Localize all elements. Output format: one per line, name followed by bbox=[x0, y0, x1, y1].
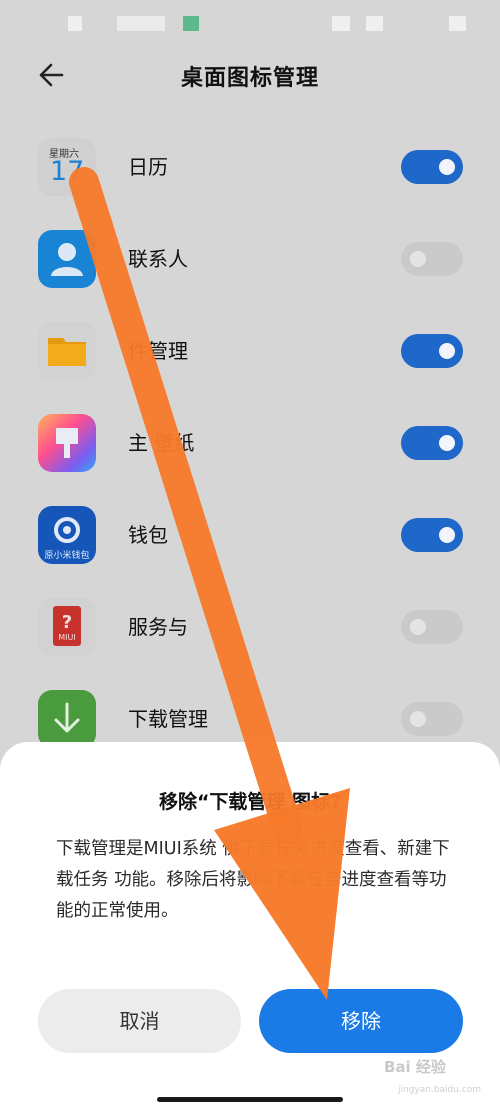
app-row-contacts[interactable]: 联系人 bbox=[0, 216, 500, 308]
service-feedback-icon: ? MIUI bbox=[38, 598, 96, 656]
wallet-caption: 原小米钱包 bbox=[44, 551, 90, 561]
app-row-service-feedback[interactable]: ? MIUI 服务与 bbox=[0, 584, 500, 676]
toggle-switch[interactable] bbox=[401, 150, 463, 184]
app-label: 钱包 bbox=[128, 523, 168, 547]
svg-text:?: ? bbox=[62, 612, 72, 633]
status-indicator bbox=[68, 16, 82, 31]
toggle-switch[interactable] bbox=[401, 518, 463, 552]
calendar-icon: 星期六 17 bbox=[38, 138, 96, 196]
header: 桌面图标管理 bbox=[0, 50, 500, 100]
page-title: 桌面图标管理 bbox=[180, 66, 319, 91]
app-label: 下载管理 bbox=[128, 707, 208, 731]
toggle-knob bbox=[439, 343, 455, 359]
toggle-switch[interactable] bbox=[401, 334, 463, 368]
status-indicator bbox=[366, 16, 383, 31]
app-label: 服务与 bbox=[128, 615, 188, 639]
service-caption: MIUI bbox=[58, 633, 76, 642]
toggle-switch[interactable] bbox=[401, 242, 463, 276]
app-row-themes[interactable]: 主 壁纸 bbox=[0, 400, 500, 492]
toggle-switch[interactable] bbox=[401, 610, 463, 644]
brush-shape bbox=[56, 428, 78, 458]
toggle-knob bbox=[439, 527, 455, 543]
download-arrow bbox=[54, 702, 80, 733]
app-row-calendar[interactable]: 星期六 17 日历 bbox=[0, 124, 500, 216]
app-label: 件管理 bbox=[128, 339, 188, 363]
status-indicator bbox=[332, 16, 350, 31]
dialog-title: 移除“下载管理 图标? bbox=[158, 791, 342, 813]
folder-icon bbox=[38, 322, 96, 380]
remove-button[interactable]: 移除 bbox=[259, 989, 463, 1053]
toggle-knob bbox=[439, 435, 455, 451]
app-row-file-manager[interactable]: 件管理 bbox=[0, 308, 500, 400]
app-label: 联系人 bbox=[128, 247, 188, 271]
app-label: 日历 bbox=[128, 155, 168, 179]
download-icon bbox=[38, 690, 96, 748]
toggle-knob bbox=[410, 251, 426, 267]
status-indicator bbox=[449, 16, 466, 31]
status-bar bbox=[0, 0, 500, 50]
status-indicator bbox=[117, 16, 165, 31]
watermark-url: jingyan.baidu.com bbox=[398, 1085, 482, 1095]
toggle-switch[interactable] bbox=[401, 426, 463, 460]
cancel-button[interactable]: 取消 bbox=[38, 989, 241, 1053]
status-indicator-green bbox=[183, 16, 199, 31]
home-indicator[interactable] bbox=[157, 1097, 343, 1102]
folder-shape bbox=[48, 338, 86, 366]
app-row-wallet[interactable]: 原小米钱包 钱包 bbox=[0, 492, 500, 584]
toggle-switch[interactable] bbox=[401, 702, 463, 736]
person-icon bbox=[51, 243, 83, 276]
wallet-icon: 原小米钱包 bbox=[38, 506, 96, 564]
toggle-knob bbox=[410, 619, 426, 635]
watermark-logo: Bai 经验 bbox=[384, 1058, 446, 1076]
contacts-icon bbox=[38, 230, 96, 288]
toggle-knob bbox=[410, 711, 426, 727]
dialog-message: 下载管理是MIUI系统 供下载任务进度查看、新建下载任务 功能。移除后将影响下载… bbox=[56, 839, 450, 921]
calendar-day: 17 bbox=[50, 156, 85, 187]
feedback-card: ? bbox=[53, 606, 81, 646]
app-label: 主 壁纸 bbox=[128, 431, 195, 455]
toggle-knob bbox=[439, 159, 455, 175]
theme-brush-icon bbox=[38, 414, 96, 472]
